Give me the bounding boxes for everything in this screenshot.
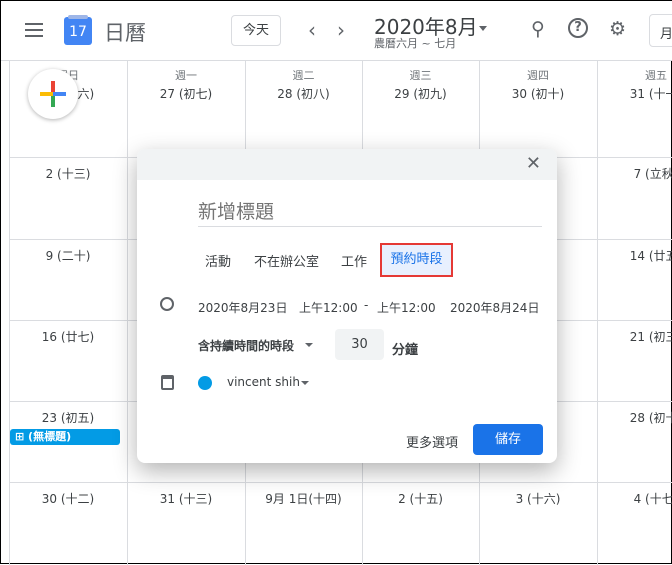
chevron-down-icon[interactable] — [301, 381, 309, 385]
day-cell-label[interactable]: 9月 1日(十四) — [245, 490, 362, 507]
time-dash: - — [364, 298, 369, 312]
today-button[interactable]: 今天 — [231, 15, 281, 46]
tab-event[interactable]: 活動 — [205, 251, 231, 270]
top-bar: 17 日曆 今天 ‹ › 2020年8月 農曆六月 ~ 七月 ⚲ ? ⚙ 月 — [1, 1, 672, 61]
save-button[interactable]: 儲存 — [473, 424, 543, 455]
calendar-color-dot — [198, 376, 212, 390]
day-cell-label[interactable]: 16 (廿七) — [9, 328, 127, 345]
tab-out-of-office[interactable]: 不在辦公室 — [254, 251, 319, 270]
day-cell-label[interactable]: 28 (初十) — [597, 409, 672, 426]
day-cell-label[interactable]: 7 (立秋) — [597, 165, 672, 182]
day-cell-label[interactable]: 4 (十七) — [597, 490, 672, 507]
weekday-label: 週一 — [175, 69, 197, 82]
close-icon[interactable]: ✕ — [526, 153, 541, 174]
minutes-unit: 分鐘 — [392, 343, 419, 358]
app-title: 日曆 — [104, 21, 146, 45]
chevron-down-icon[interactable] — [479, 26, 487, 31]
weekday-label: 週五 — [645, 69, 667, 82]
day-cell-label[interactable]: 2 (十三) — [9, 165, 127, 182]
weekday-label: 週四 — [527, 69, 549, 82]
start-date[interactable]: 2020年8月23日 — [198, 299, 287, 316]
calendar-selector[interactable]: vincent shih — [227, 375, 300, 389]
day-cell-label[interactable]: 3 (十六) — [479, 490, 597, 507]
search-icon[interactable]: ⚲ — [531, 18, 545, 40]
clock-icon — [160, 297, 174, 311]
gear-icon[interactable]: ⚙ — [609, 18, 626, 40]
tab-task[interactable]: 工作 — [341, 251, 367, 270]
end-time[interactable]: 上午12:00 — [377, 299, 436, 316]
day-cell-label[interactable]: 23 (初五) — [9, 409, 127, 426]
weekday-label: 週二 — [292, 69, 315, 82]
day-cell-label[interactable]: 2 (十五) — [362, 490, 479, 507]
chevron-down-icon[interactable] — [305, 343, 313, 347]
calendar-logo: 17 — [64, 15, 92, 45]
prev-icon[interactable]: ‹ — [308, 18, 316, 42]
grid-icon: ⊞ — [15, 430, 29, 443]
start-time[interactable]: 上午12:00 — [299, 299, 358, 316]
event-chip[interactable]: ⊞ (無標題) — [10, 429, 120, 445]
dialog-header[interactable] — [137, 149, 557, 180]
day-cell-label[interactable]: 29 (初九) — [362, 85, 479, 102]
day-cell-label[interactable]: 31 (十三) — [127, 490, 245, 507]
view-selector[interactable]: 月 — [649, 14, 672, 47]
day-cell-label[interactable]: 9 (二十) — [9, 247, 127, 264]
next-icon[interactable]: › — [337, 18, 345, 42]
slot-mode-dropdown[interactable]: 含持續時間的時段 — [198, 337, 294, 354]
more-options-button[interactable]: 更多選項 — [406, 432, 458, 451]
quick-create-dialog: ✕ 活動 不在辦公室 工作 預約時段 2020年8月23日 上午12:00 - … — [137, 149, 557, 463]
day-cell-label[interactable]: 30 (初十) — [479, 85, 597, 102]
calendar-icon — [161, 375, 174, 390]
weekday-label: 週三 — [409, 69, 432, 82]
end-date[interactable]: 2020年8月24日 — [450, 299, 539, 316]
day-cell-label[interactable]: 27 (初七) — [127, 85, 245, 102]
help-icon[interactable]: ? — [568, 18, 588, 38]
day-cell-label[interactable]: 28 (初八) — [245, 85, 362, 102]
day-cell-label[interactable]: 31 (十一) — [597, 85, 672, 102]
title-input[interactable] — [198, 197, 542, 227]
day-cell-label[interactable]: 30 (十二) — [9, 490, 127, 507]
lunar-subtitle: 農曆六月 ~ 七月 — [374, 37, 457, 50]
day-cell-label[interactable]: 21 (初三) — [597, 328, 672, 345]
minutes-input[interactable]: 30 — [335, 329, 384, 360]
tab-appointment-slots[interactable]: 預約時段 — [380, 243, 453, 277]
menu-icon[interactable] — [25, 23, 43, 41]
day-cell-label[interactable]: 14 (廿五) — [597, 247, 672, 264]
create-button[interactable] — [28, 69, 78, 119]
